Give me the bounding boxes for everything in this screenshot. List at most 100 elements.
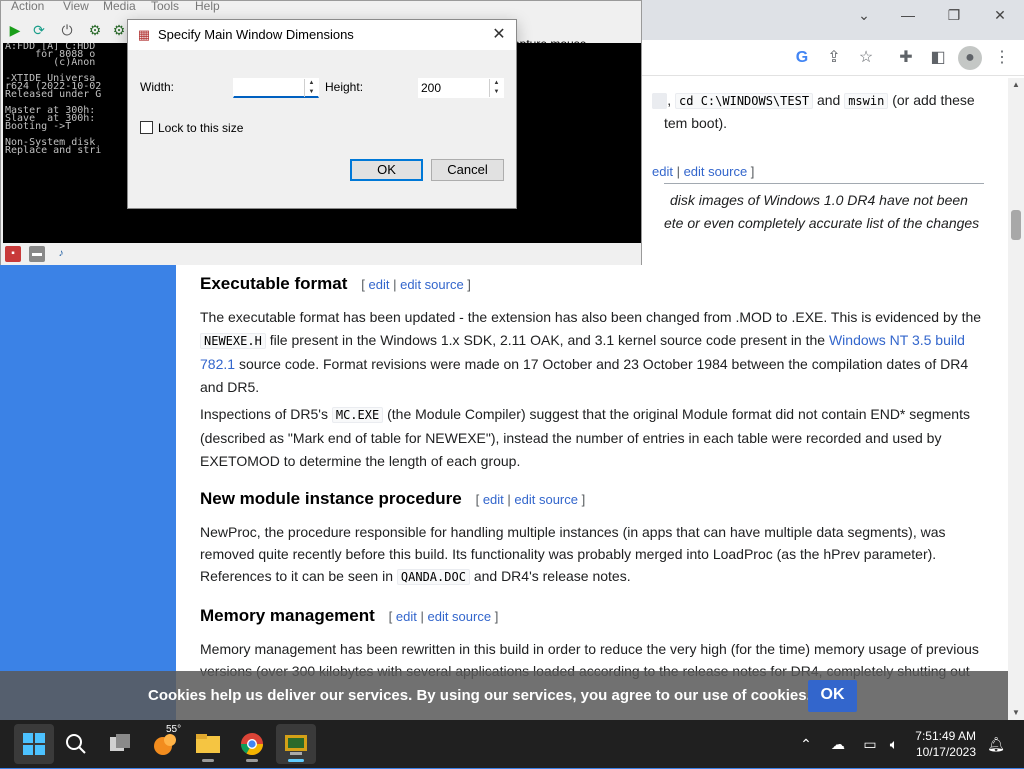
network-icon[interactable]: ▭ <box>860 734 880 754</box>
taskbar: 55° ⌃ ☁ ▭ 🔈︎ 7:51:49 AM 10/17/2023 🔔︎ <box>0 720 1024 768</box>
chrome-icon <box>241 733 263 755</box>
menu-action[interactable]: Action <box>11 0 44 13</box>
sound-icon[interactable]: ♪ <box>53 246 69 262</box>
note-line-2: ete or even completely accurate list of … <box>664 215 980 231</box>
height-spinner-arrows[interactable]: ▲ ▼ <box>489 79 503 97</box>
menu-tools[interactable]: Tools <box>151 0 179 13</box>
profile-avatar-icon[interactable]: ● <box>958 46 982 70</box>
running-indicator <box>202 759 214 762</box>
and-text: and <box>816 92 841 108</box>
code-newexe-h: NEWEXE.H <box>200 333 266 349</box>
scroll-up-icon[interactable]: ▲ <box>1008 78 1024 92</box>
height-input[interactable] <box>419 79 489 97</box>
restore-button[interactable]: ❐ <box>936 4 972 26</box>
cookie-ok-button[interactable]: OK <box>808 680 857 712</box>
height-spinbox[interactable]: ▲ ▼ <box>418 78 504 98</box>
edit-source-link[interactable]: edit source <box>427 609 491 624</box>
cookie-banner: Cookies help us deliver our services. By… <box>0 671 1008 720</box>
edit-link[interactable]: edit <box>483 492 504 507</box>
section-edit-links: [ edit | edit source ] <box>388 609 499 624</box>
menu-kebab-icon[interactable]: ⋮ <box>990 46 1014 70</box>
search-button[interactable] <box>56 724 96 764</box>
exe-paragraph-2: Inspections of DR5's MC.EXE (the Module … <box>200 403 984 473</box>
menu-media[interactable]: Media <box>103 0 136 13</box>
start-button[interactable] <box>14 724 54 764</box>
active-indicator <box>288 759 304 762</box>
share-icon[interactable]: ⇪ <box>822 46 846 70</box>
note-line-1: disk images of Windows 1.0 DR4 have not … <box>670 192 968 208</box>
code-fragment: . <box>652 93 668 109</box>
reset-icon[interactable]: ⟳ <box>29 20 49 40</box>
spin-down-icon[interactable]: ▼ <box>489 88 503 97</box>
weather-widget[interactable]: 55° <box>144 724 184 764</box>
page-scrollbar[interactable]: ▲ ▼ <box>1008 78 1024 720</box>
notification-bell-icon[interactable]: 🔔︎ <box>986 734 1006 754</box>
emulator-taskbar-button[interactable] <box>276 724 316 764</box>
section-edit-links: [ edit | edit source ] <box>361 277 471 292</box>
menu-help[interactable]: Help <box>195 0 220 13</box>
spin-up-icon[interactable]: ▲ <box>489 79 503 88</box>
settings-gears-icon[interactable]: ⚙ <box>85 20 105 40</box>
file-explorer-button[interactable] <box>188 724 228 764</box>
newproc-paragraph: NewProc, the procedure responsible for h… <box>200 521 984 588</box>
weather-temp: 55° <box>166 724 182 735</box>
section-divider <box>664 183 984 184</box>
menu-view[interactable]: View <box>63 0 89 13</box>
edit-link[interactable]: edit <box>396 609 417 624</box>
hardware-icon[interactable]: ⚙ <box>109 20 129 40</box>
clock[interactable]: 7:51:49 AM 10/17/2023 <box>886 728 976 760</box>
hard-disk-icon[interactable]: ▬ <box>29 246 45 262</box>
edit-source-link[interactable]: edit source <box>400 277 464 292</box>
scrollbar-thumb[interactable] <box>1011 210 1021 240</box>
close-icon[interactable]: ✕ <box>488 24 510 46</box>
tab-search-icon[interactable]: ⌄ <box>846 4 882 26</box>
extensions-icon[interactable]: ✚ <box>894 46 918 70</box>
width-spinbox[interactable]: ▲ ▼ <box>233 78 319 98</box>
width-input[interactable] <box>234 79 304 97</box>
play-icon[interactable]: ▶ <box>5 20 25 40</box>
power-icon[interactable]: ⏻ <box>57 20 77 40</box>
exe-p1-text-a: The executable format has been updated -… <box>200 309 982 325</box>
chrome-button[interactable] <box>232 724 272 764</box>
height-label: Height: <box>325 80 364 94</box>
windows-logo-icon <box>23 733 45 755</box>
exe-p2-text-a: Inspections of DR5's <box>200 406 328 422</box>
terminal-line: Released under G <box>5 89 102 100</box>
ok-button[interactable]: OK <box>350 159 423 181</box>
floppy-drive-icon[interactable]: ▪ <box>5 246 21 262</box>
google-lens-icon[interactable]: G <box>790 46 814 70</box>
search-icon <box>66 734 86 754</box>
section-heading: Executable format <box>200 274 348 293</box>
edit-source-link[interactable]: edit source <box>514 492 578 507</box>
emulator-statusbar: ▪ ▬ ♪ <box>1 243 641 265</box>
terminal-line: Booting ->T <box>5 121 72 132</box>
onedrive-icon[interactable]: ☁ <box>828 734 848 754</box>
minimize-button[interactable]: — <box>890 4 926 26</box>
side-panel-icon[interactable]: ◧ <box>926 46 950 70</box>
spin-up-icon[interactable]: ▲ <box>304 79 318 88</box>
lock-size-label[interactable]: Lock to this size <box>158 121 243 135</box>
width-spinner-arrows[interactable]: ▲ ▼ <box>304 79 318 97</box>
show-hidden-icons-icon[interactable]: ⌃ <box>796 734 816 754</box>
running-indicator <box>246 759 258 762</box>
lock-size-checkbox[interactable] <box>140 121 153 134</box>
section-heading: Memory management <box>200 606 375 625</box>
scroll-down-icon[interactable]: ▼ <box>1008 706 1024 720</box>
bookmark-star-icon[interactable]: ☆ <box>854 46 878 70</box>
top-line-tail: (or add these <box>892 92 975 108</box>
edit-link-top[interactable]: edit <box>652 164 673 179</box>
task-view-icon <box>110 734 130 751</box>
edit-link[interactable]: edit <box>369 277 390 292</box>
task-view-button[interactable] <box>100 724 140 764</box>
cancel-button[interactable]: Cancel <box>431 159 504 181</box>
spin-down-icon[interactable]: ▼ <box>304 88 318 97</box>
exe-p1-text-c: source code. Format revisions were made … <box>200 356 969 395</box>
dialog-title: Specify Main Window Dimensions <box>158 27 354 42</box>
edit-source-link-top[interactable]: edit source <box>684 164 748 179</box>
exe-paragraph-1: The executable format has been updated -… <box>200 306 984 399</box>
close-window-button[interactable]: ✕ <box>982 4 1018 26</box>
section-executable-format: Executable format [ edit | edit source ] <box>200 273 984 296</box>
emulator-terminal-output: A:FDD [A] C:HDD for 8088 o (c)Anon -XTIDE… <box>5 43 102 156</box>
code-cd-test: cd C:\WINDOWS\TEST <box>675 93 814 109</box>
top-edit-links: edit | edit source ] <box>652 164 755 179</box>
